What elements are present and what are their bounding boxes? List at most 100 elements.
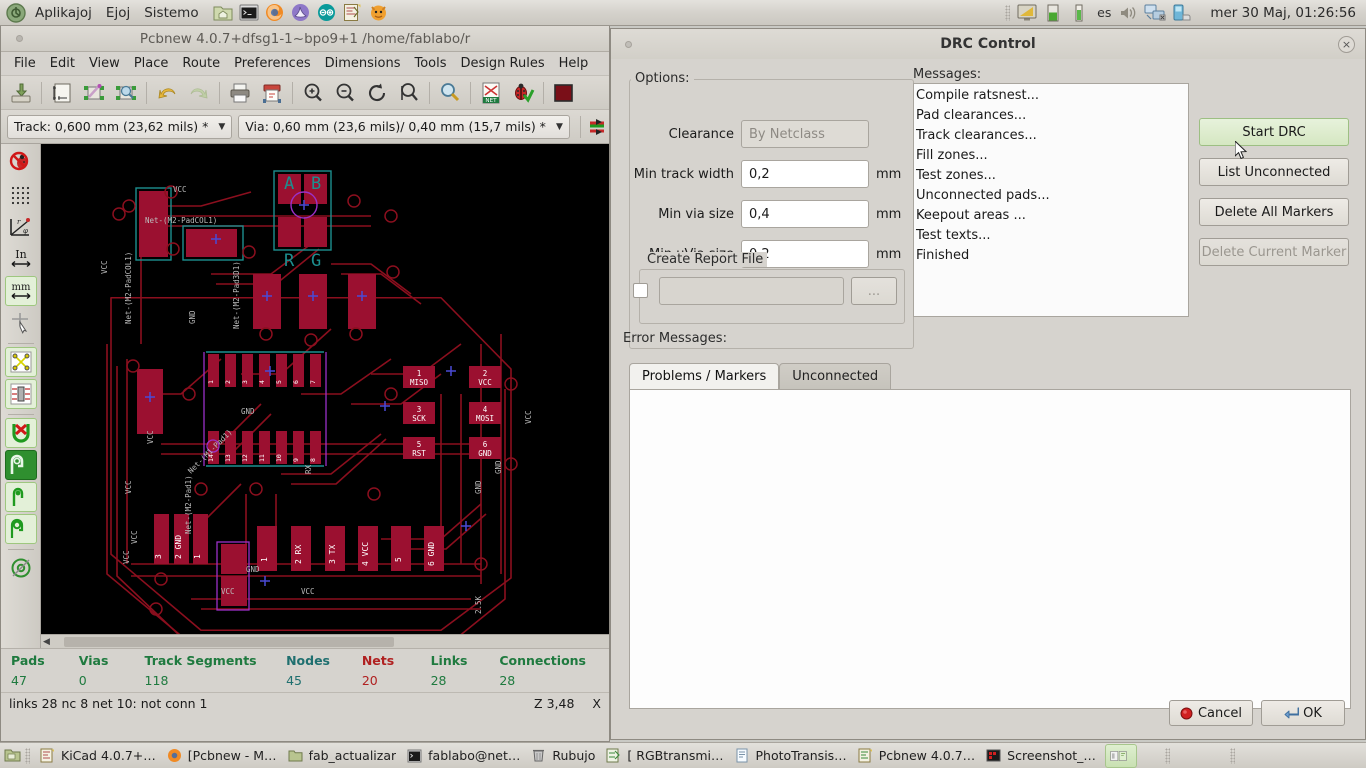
pcbnew-titlebar[interactable]: Pcbnew 4.0.7+dfsg1-1~bpo9+1 /home/fablab… [1, 26, 609, 52]
taskbar-item-rgbtransmi[interactable]: [ RGBtransmi… [600, 744, 728, 768]
tab-unconnected[interactable]: Unconnected [779, 363, 892, 389]
taskbar-item-fab-actualizar[interactable]: fab_actualizar [282, 744, 402, 768]
grid-icon[interactable] [5, 180, 37, 210]
menu-place[interactable]: Place [127, 54, 176, 73]
report-file-checkbox[interactable] [633, 283, 648, 298]
panel-menu-places[interactable]: Ejoj [99, 0, 137, 26]
redo-icon[interactable] [184, 79, 214, 107]
scrollbar-thumb[interactable] [63, 636, 394, 647]
menu-view[interactable]: View [82, 54, 127, 73]
list-unconnected-button[interactable]: List Unconnected [1199, 158, 1349, 186]
messages-listbox[interactable]: Compile ratsnest... Pad clearances... Tr… [913, 83, 1189, 317]
filled-tracks-icon[interactable] [4, 514, 37, 544]
module-ratsnest-icon[interactable] [4, 379, 37, 409]
printer-icon[interactable] [1170, 2, 1192, 24]
panel-menu-applications[interactable]: Aplikajoj [28, 0, 99, 26]
module-viewer-icon[interactable] [111, 79, 141, 107]
menu-edit[interactable]: Edit [43, 54, 82, 73]
via-sketch-icon[interactable] [5, 553, 37, 583]
save-board-icon[interactable] [6, 79, 36, 107]
taskbar-item-terminal[interactable]: fablabo@net… [401, 744, 525, 768]
netlist-icon[interactable]: NET [476, 79, 506, 107]
distro-logo-icon[interactable] [4, 2, 28, 24]
taskbar-item-trash[interactable]: Rubujo [525, 744, 600, 768]
firefox-icon[interactable] [264, 2, 286, 24]
zone-outline-icon[interactable] [4, 482, 37, 512]
module-editor-icon[interactable] [79, 79, 109, 107]
layer-pair-icon[interactable] [586, 113, 608, 141]
pcb-layout-drawing[interactable]: A B R G VCC Net-(M2-PadCOL1) VCC Net-(M2… [41, 144, 609, 648]
taskbar-item-screenshot[interactable]: Screenshot_… [980, 744, 1101, 768]
file-manager-icon[interactable] [212, 2, 234, 24]
cursor-shape-icon[interactable] [5, 308, 37, 338]
start-drc-button[interactable]: Start DRC [1199, 118, 1349, 146]
zoom-in-icon[interactable] [298, 79, 328, 107]
drc-icon[interactable] [508, 79, 538, 107]
menu-tools[interactable]: Tools [407, 54, 453, 73]
taskbar-item-pcbnew[interactable]: Pcbnew 4.0.7… [852, 744, 980, 768]
find-icon[interactable] [435, 79, 465, 107]
mm-units-icon[interactable]: mm [4, 276, 37, 306]
autoroute-off-icon[interactable] [4, 418, 37, 448]
delete-current-marker-button[interactable]: Delete Current Marker [1199, 238, 1349, 266]
min-via-size-input[interactable]: 0,4 [741, 200, 869, 228]
zoom-fit-icon[interactable] [394, 79, 424, 107]
close-icon[interactable]: × [1338, 36, 1355, 53]
drc-titlebar[interactable]: DRC Control × [611, 29, 1365, 59]
polar-coord-icon[interactable]: rφ [5, 212, 37, 242]
min-track-width-input[interactable]: 0,2 [741, 160, 869, 188]
taskbar-grip[interactable] [25, 747, 30, 764]
scratch-icon[interactable] [368, 2, 390, 24]
pcb-canvas-area[interactable]: A B R G VCC Net-(M2-PadCOL1) VCC Net-(M2… [41, 144, 609, 648]
print-icon[interactable] [225, 79, 255, 107]
scroll-left-arrow-icon[interactable]: ◀ [41, 637, 52, 647]
menu-help[interactable]: Help [552, 54, 596, 73]
report-file-browse-button[interactable]: ... [851, 277, 897, 305]
via-size-selector[interactable]: Via: 0,60 mm (23,6 mils)/ 0,40 mm (15,7 … [238, 114, 570, 139]
menu-preferences[interactable]: Preferences [227, 54, 317, 73]
undo-icon[interactable] [152, 79, 182, 107]
layer-color-icon[interactable] [549, 79, 579, 107]
track-width-selector[interactable]: Track: 0,600 mm (23,62 mils) * ▼ [7, 114, 233, 139]
taskbar-item-pager[interactable] [1104, 743, 1137, 768]
panel-grip[interactable] [1005, 4, 1011, 21]
plot-icon[interactable] [257, 79, 287, 107]
terminal-icon[interactable] [238, 2, 260, 24]
power-icon[interactable] [1068, 2, 1090, 24]
display-icon[interactable] [1016, 2, 1038, 24]
menu-file[interactable]: File [7, 54, 43, 73]
delete-all-markers-button[interactable]: Delete All Markers [1199, 198, 1349, 226]
inch-units-icon[interactable]: In [5, 244, 37, 274]
show-desktop-icon[interactable] [4, 747, 21, 764]
panel-clock[interactable]: mer 30 Maj, 01:26:56 [1210, 5, 1356, 21]
taskbar-item-pcbnew-mozilla[interactable]: [Pcbnew - M… [161, 744, 282, 768]
zoom-redraw-icon[interactable] [362, 79, 392, 107]
taskbar-grip-right2[interactable] [1229, 747, 1235, 764]
kicad-icon[interactable] [342, 2, 364, 24]
volume-icon[interactable] [1118, 2, 1140, 24]
panel-menu-system[interactable]: Sistemo [137, 0, 205, 26]
report-file-path-input[interactable] [659, 277, 844, 305]
drc-off-icon[interactable] [5, 148, 37, 178]
ok-button[interactable]: OK [1261, 700, 1345, 726]
arduino-icon[interactable] [316, 2, 338, 24]
inkscape-icon[interactable] [290, 2, 312, 24]
keyboard-layout-indicator[interactable]: es [1092, 5, 1116, 20]
board-setup-icon[interactable] [47, 79, 77, 107]
battery-icon[interactable] [1042, 2, 1064, 24]
error-messages-panel[interactable] [629, 389, 1351, 709]
cancel-button[interactable]: Cancel [1169, 700, 1253, 726]
ratsnest-icon[interactable] [4, 347, 37, 377]
filled-zones-icon[interactable] [4, 450, 37, 480]
clearance-input[interactable]: By Netclass [741, 120, 869, 148]
tab-problems-markers[interactable]: Problems / Markers [629, 363, 780, 389]
taskbar-item-phototransis[interactable]: PhotoTransis… [729, 744, 852, 768]
taskbar-item-kicad[interactable]: KiCad 4.0.7+… [34, 744, 161, 768]
menu-dimensions[interactable]: Dimensions [318, 54, 408, 73]
network-icon[interactable] [1144, 2, 1166, 24]
canvas-horizontal-scrollbar[interactable]: ◀ [41, 634, 609, 648]
taskbar-grip-right[interactable] [1164, 747, 1170, 764]
menu-route[interactable]: Route [175, 54, 227, 73]
menu-design-rules[interactable]: Design Rules [454, 54, 552, 73]
zoom-out-icon[interactable] [330, 79, 360, 107]
